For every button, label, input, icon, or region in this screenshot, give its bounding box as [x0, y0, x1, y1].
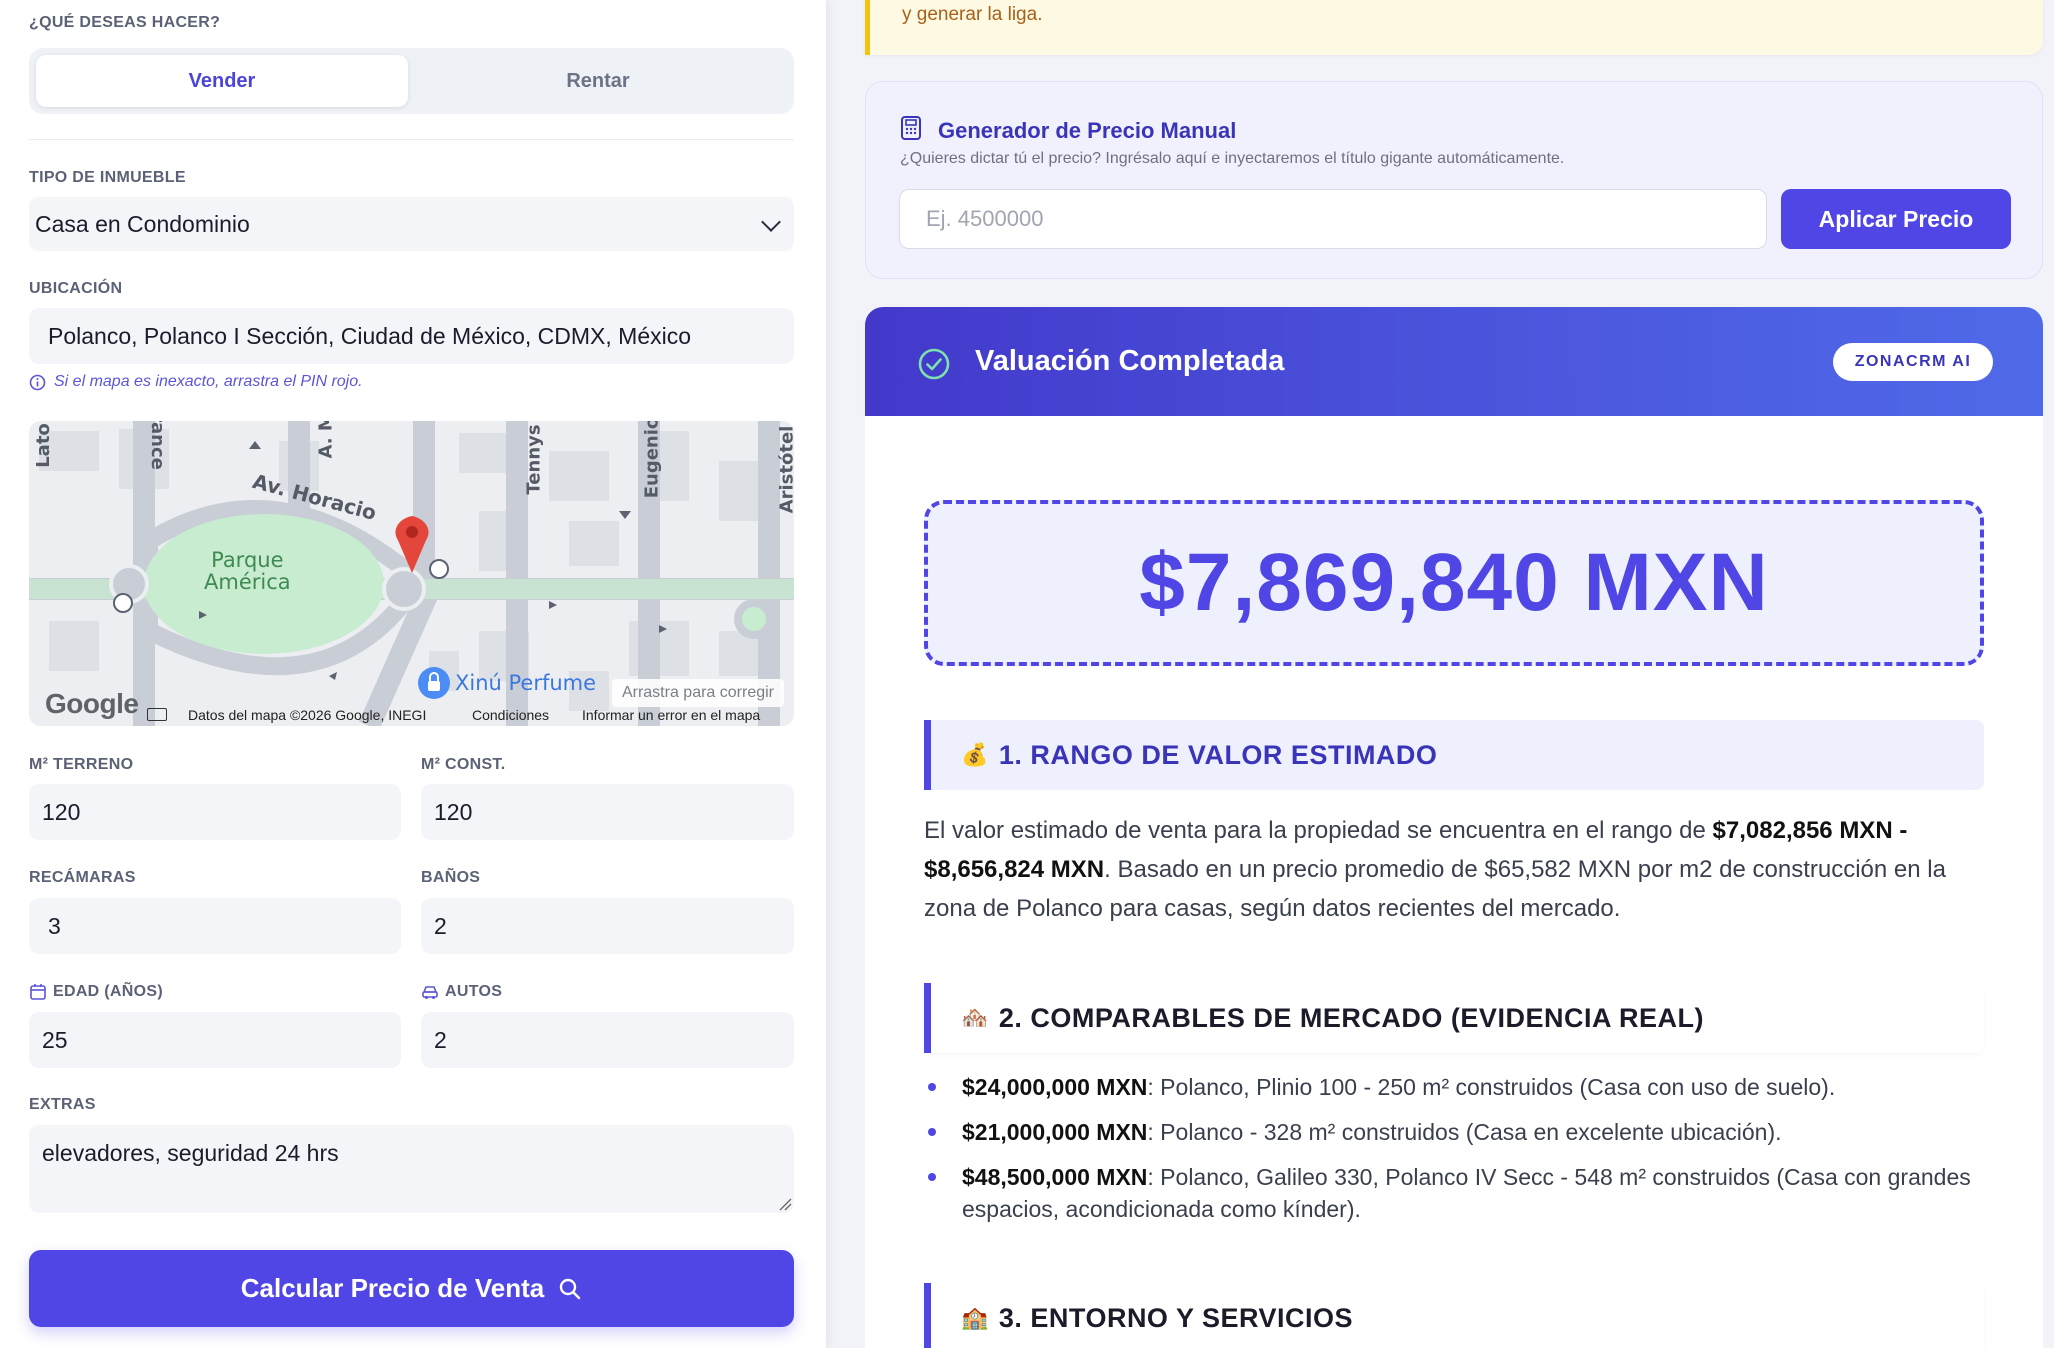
section-comparables-header: 🏘️ 2. COMPARABLES DE MERCADO (EVIDENCIA …	[924, 983, 1984, 1053]
property-type-select[interactable]: Casa en Condominio	[29, 197, 794, 251]
resize-handle-icon[interactable]	[778, 1197, 792, 1211]
autos-input[interactable]: 2	[421, 1012, 794, 1068]
map-footer: Google Datos del mapa ©2026 Google, INEG…	[29, 688, 794, 726]
section-range-title: 1. RANGO DE VALOR ESTIMADO	[998, 739, 1438, 770]
extras-textarea[interactable]: elevadores, seguridad 24 hrs	[29, 1125, 794, 1213]
map-street-rance: rance	[146, 421, 168, 470]
calendar-clock-icon	[30, 984, 46, 1000]
terreno-value: 120	[42, 798, 81, 825]
notice-text: y generar la liga.	[902, 4, 1043, 25]
search-icon	[560, 1278, 581, 1299]
recamaras-label: RECÁMARAS	[29, 869, 136, 886]
map-report-link[interactable]: Informar un error en el mapa	[582, 707, 760, 723]
map-street-lato: Lato	[32, 423, 54, 468]
location-value: Polanco, Polanco I Sección, Ciudad de Mé…	[48, 322, 692, 349]
comparable-price: $48,500,000 MXN	[962, 1164, 1148, 1190]
map-street-eugenio: Eugenio	[641, 421, 663, 499]
keyboard-icon[interactable]	[147, 708, 167, 721]
map-street-aristoteles: Aristótel	[776, 425, 794, 514]
operation-toggle: Vender Rentar	[29, 48, 794, 114]
calculate-price-button[interactable]: Calcular Precio de Venta	[29, 1250, 794, 1327]
manual-price-input[interactable]: Ej. 4500000	[899, 189, 1767, 249]
section-entorno-header: 🏫 3. ENTORNO Y SERVICIOS	[924, 1283, 1984, 1348]
comparables-list: $24,000,000 MXN: Polanco, Plinio 100 - 2…	[924, 1071, 1984, 1238]
banos-value: 2	[434, 912, 447, 939]
list-item: $24,000,000 MXN: Polanco, Plinio 100 - 2…	[924, 1071, 1984, 1103]
vender-option[interactable]: Vender	[36, 55, 408, 107]
map-drag-hint: Arrastra para corregir	[611, 679, 784, 707]
location-label: UBICACIÓN	[29, 280, 123, 297]
calculator-icon	[901, 116, 921, 140]
rentar-option[interactable]: Rentar	[412, 55, 784, 107]
section-range-header: 💰 1. RANGO DE VALOR ESTIMADO	[924, 720, 1984, 790]
const-input[interactable]: 120	[421, 784, 794, 840]
recamaras-input[interactable]: 3	[29, 898, 401, 954]
comparable-price: $24,000,000 MXN	[962, 1074, 1148, 1100]
houses-icon: 🏘️	[961, 1005, 989, 1030]
divider	[29, 139, 794, 140]
valuation-price: $7,869,840 MXN	[924, 500, 1984, 666]
map-street-tennys: Tennys	[523, 424, 545, 495]
zonacrm-badge: ZONACRM AI	[1833, 343, 1993, 381]
map-attribution: Datos del mapa ©2026 Google, INEGI	[188, 707, 427, 723]
extras-label: EXTRAS	[29, 1096, 96, 1113]
manual-price-card: Generador de Precio Manual ¿Quieres dict…	[865, 81, 2043, 279]
comparable-price: $21,000,000 MXN	[962, 1119, 1148, 1145]
terreno-input[interactable]: 120	[29, 784, 401, 840]
banos-input[interactable]: 2	[421, 898, 794, 954]
edad-value: 25	[42, 1026, 68, 1053]
autos-value: 2	[434, 1026, 447, 1053]
edad-input[interactable]: 25	[29, 1012, 401, 1068]
calculate-price-label: Calcular Precio de Venta	[240, 1273, 545, 1303]
info-icon	[29, 374, 46, 390]
section-comparables-title: 2. COMPARABLES DE MERCADO (EVIDENCIA REA…	[998, 1002, 1704, 1033]
map-park-label: Parque América	[204, 548, 291, 594]
banos-label: BAÑOS	[421, 869, 481, 886]
range-text-a: El valor estimado de venta para la propi…	[924, 817, 1713, 844]
edad-label-group: EDAD (AÑOS)	[29, 983, 163, 1001]
edad-label: EDAD (AÑOS)	[53, 983, 163, 1000]
section-entorno-title: 3. ENTORNO Y SERVICIOS	[998, 1302, 1354, 1333]
action-label: ¿QUÉ DESEAS HACER?	[29, 14, 221, 31]
manual-price-placeholder: Ej. 4500000	[926, 206, 1044, 231]
list-item: $48,500,000 MXN: Polanco, Galileo 330, P…	[924, 1161, 1984, 1225]
car-icon	[422, 986, 438, 999]
comparable-text: : Polanco, Plinio 100 - 250 m² construid…	[1147, 1074, 1836, 1100]
terreno-label: M² TERRENO	[29, 756, 134, 773]
check-circle-icon	[918, 348, 950, 380]
section-range-text: El valor estimado de venta para la propi…	[924, 811, 1984, 928]
location-hint-text: Si el mapa es inexacto, arrastra el PIN …	[54, 373, 363, 390]
const-label: M² CONST.	[421, 756, 506, 773]
google-logo: Google	[45, 688, 139, 719]
valuation-title: Valuación Completada	[975, 345, 1285, 377]
autos-label: AUTOS	[445, 983, 503, 1000]
school-icon: 🏫	[961, 1305, 989, 1330]
manual-price-subtitle: ¿Quieres dictar tú el precio? Ingrésalo …	[900, 150, 1565, 167]
manual-price-title: Generador de Precio Manual	[938, 118, 1237, 143]
location-map[interactable]: Av. Horacio A. Mu Tennys Eugenio Aristót…	[29, 421, 794, 726]
map-street-mu: A. Mu	[315, 421, 337, 459]
property-type-label: TIPO DE INMUEBLE	[29, 169, 186, 186]
valuation-card: Valuación Completada ZONACRM AI $7,869,8…	[865, 307, 2043, 1348]
valuation-form-panel: ¿QUÉ DESEAS HACER? Vender Rentar TIPO DE…	[0, 0, 826, 1348]
apply-price-button[interactable]: Aplicar Precio	[1781, 189, 2011, 249]
list-item: $21,000,000 MXN: Polanco - 328 m² constr…	[924, 1116, 1984, 1148]
chevron-down-icon	[761, 212, 781, 232]
const-value: 120	[434, 798, 473, 825]
comparable-text: : Polanco - 328 m² construidos (Casa en …	[1147, 1119, 1782, 1145]
autos-label-group: AUTOS	[421, 983, 502, 1001]
extras-value: elevadores, seguridad 24 hrs	[42, 1140, 339, 1166]
valuation-header: Valuación Completada ZONACRM AI	[865, 307, 2043, 416]
map-terms-link[interactable]: Condiciones	[472, 707, 549, 723]
money-bag-icon: 💰	[961, 742, 989, 767]
map-poi-label[interactable]: Xinú Perfume	[455, 671, 596, 695]
property-type-value: Casa en Condominio	[35, 210, 250, 237]
location-hint: Si el mapa es inexacto, arrastra el PIN …	[29, 373, 363, 391]
notice-banner: y generar la liga.	[865, 0, 2043, 55]
location-input[interactable]: Polanco, Polanco I Sección, Ciudad de Mé…	[29, 308, 794, 364]
recamaras-value: 3	[48, 912, 61, 939]
